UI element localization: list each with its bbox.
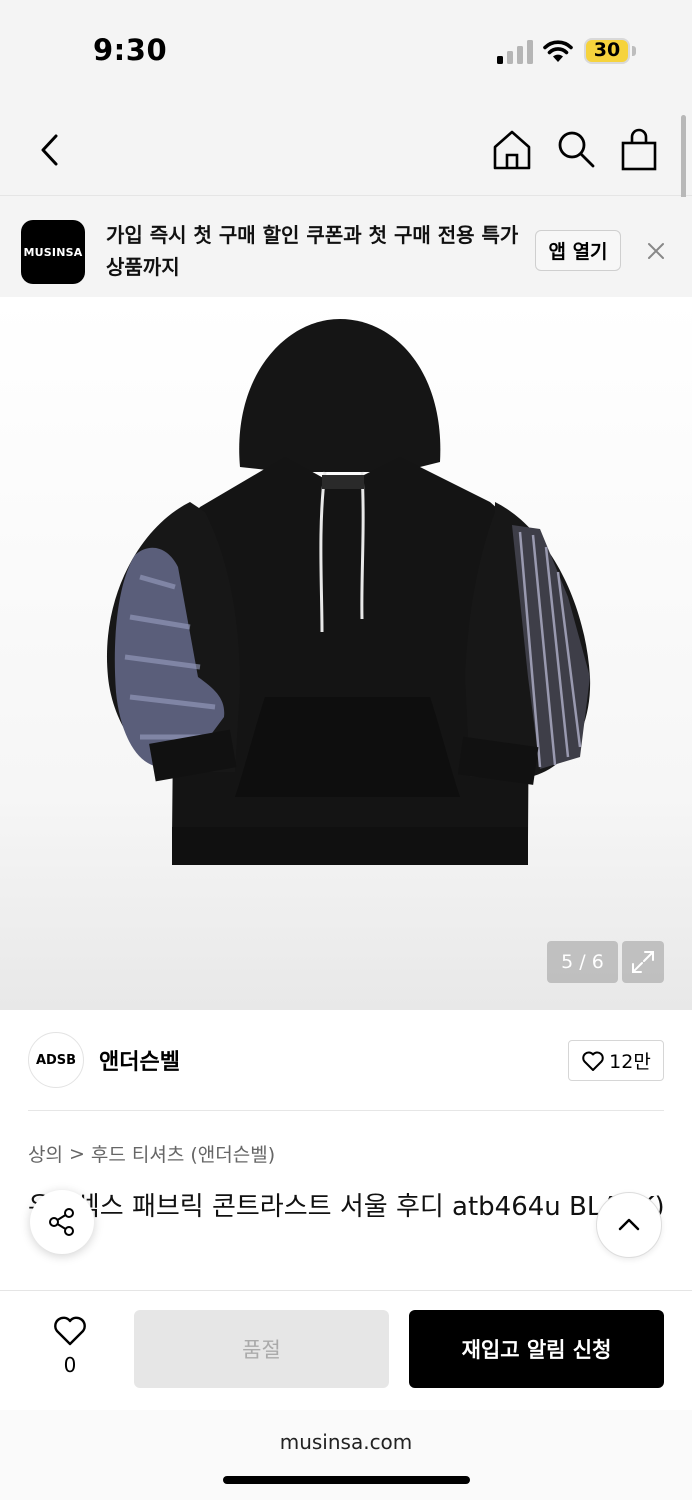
breadcrumb: 상의 > 후드 티셔츠 (앤더슨벨) — [28, 1140, 275, 1167]
brand-like-count: 12만 — [609, 1051, 651, 1073]
product-image-gallery[interactable]: 5 / 6 — [0, 297, 692, 1010]
top-nav-bar — [0, 100, 692, 196]
expand-image-button[interactable] — [622, 941, 664, 983]
scroll-to-top-button[interactable] — [596, 1192, 662, 1258]
home-indicator — [223, 1476, 470, 1484]
open-app-button[interactable]: 앱 열기 — [535, 230, 621, 271]
heart-icon — [582, 1051, 604, 1071]
brand-name[interactable]: 앤더슨벨 — [99, 1044, 180, 1076]
purchase-action-bar: 0 품절 재입고 알림 신청 — [0, 1290, 692, 1410]
battery-level: 30 — [593, 39, 621, 61]
search-icon[interactable] — [555, 128, 597, 170]
browser-url-bar: musinsa.com — [0, 1410, 692, 1500]
wifi-icon — [543, 40, 573, 62]
expand-icon — [632, 951, 654, 973]
battery-indicator: 30 — [584, 38, 636, 64]
product-info-section: ADSB 앤더슨벨 12만 상의 > 후드 티셔츠 (앤더슨벨) 유니섹스 패브… — [0, 1010, 692, 1290]
home-icon[interactable] — [490, 128, 534, 172]
breadcrumb-subcategory[interactable]: 후드 티셔츠 (앤더슨벨) — [91, 1140, 275, 1167]
app-promo-banner: MUSINSA 가입 즉시 첫 구매 할인 쿠폰과 첫 구매 전용 특가 상품까… — [0, 197, 692, 297]
breadcrumb-category[interactable]: 상의 — [28, 1140, 63, 1167]
product-title: 유니섹스 패브릭 콘트라스트 서울 후디 atb464u BLACK) — [28, 1192, 665, 1222]
wishlist-count: 0 — [63, 1353, 77, 1377]
brand-like-button[interactable]: 12만 — [568, 1040, 664, 1081]
status-time: 9:30 — [93, 33, 168, 67]
restock-alert-button[interactable]: 재입고 알림 신청 — [409, 1310, 664, 1388]
cellular-signal-icon — [497, 40, 533, 64]
brand-logo[interactable]: ADSB — [28, 1032, 84, 1088]
battery-cap — [632, 46, 636, 56]
share-icon — [49, 1208, 74, 1236]
status-bar: 9:30 30 — [0, 0, 692, 100]
product-hoodie-image — [106, 319, 591, 865]
wishlist-button[interactable]: 0 — [40, 1315, 100, 1377]
promo-text: 가입 즉시 첫 구매 할인 쿠폰과 첫 구매 전용 특가 상품까지 — [106, 223, 519, 279]
divider — [28, 1110, 664, 1111]
chevron-up-icon — [618, 1218, 640, 1231]
share-button[interactable] — [30, 1190, 94, 1254]
image-counter: 5 / 6 — [547, 941, 618, 983]
musinsa-logo: MUSINSA — [21, 220, 85, 284]
close-icon[interactable] — [644, 239, 668, 263]
url-text[interactable]: musinsa.com — [0, 1430, 692, 1454]
breadcrumb-separator: > — [68, 1142, 85, 1165]
bag-icon[interactable] — [618, 128, 660, 172]
soldout-button: 품절 — [134, 1310, 389, 1388]
heart-icon — [54, 1316, 86, 1346]
back-icon[interactable] — [30, 130, 70, 170]
